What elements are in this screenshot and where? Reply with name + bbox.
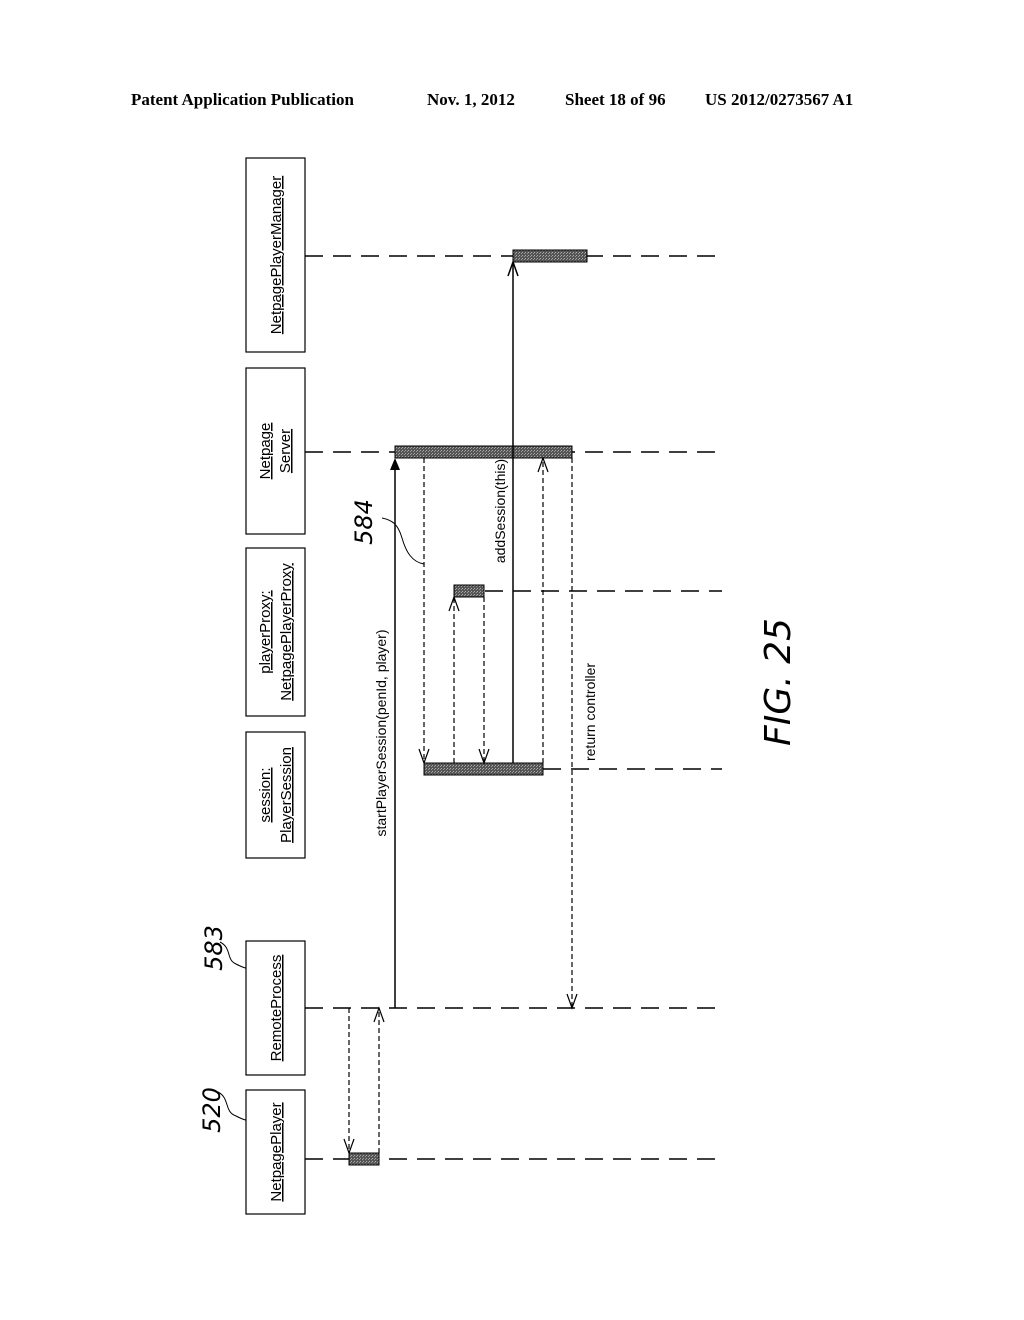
sequence-diagram: NetpagePlayerManager Netpage Server play… [198, 157, 799, 1215]
figure-label: FIG. 25 [758, 618, 799, 746]
object-label-netpage-player-manager: NetpagePlayerManager [268, 176, 285, 334]
message-remote-to-player [343, 1008, 355, 1155]
object-label-netpage-server-line1: Netpage [257, 423, 274, 480]
message-start-player-session-label: startPlayerSession(penId, player) [373, 630, 389, 837]
message-return-controller-label: return controller [582, 663, 598, 761]
object-label-player-proxy-line1: playerProxy: [257, 590, 274, 673]
object-box-session: session: PlayerSession [245, 731, 306, 859]
ref-584-label: 584 [350, 499, 378, 545]
message-proxy-to-session [478, 597, 490, 765]
object-box-netpage-server: Netpage Server [245, 367, 306, 535]
ref-520-label: 520 [198, 1087, 226, 1133]
message-session-to-server [537, 456, 549, 763]
message-player-to-remote [373, 1006, 385, 1153]
object-label-session-line2: PlayerSession [278, 747, 295, 843]
object-label-remote-process: RemoteProcess [268, 955, 285, 1062]
activation-player-proxy [453, 584, 485, 598]
object-box-netpage-player: NetpagePlayer [245, 1089, 306, 1215]
ref-584: 584 [350, 499, 425, 565]
message-add-session: addSession(this) [492, 259, 519, 763]
message-add-session-label: addSession(this) [492, 459, 508, 563]
object-box-remote-process: RemoteProcess [245, 940, 306, 1076]
filled-arrowhead-icon [390, 458, 400, 470]
ref-583-label: 583 [200, 925, 228, 971]
message-session-to-proxy [448, 595, 460, 763]
activation-netpage-player-manager [512, 249, 588, 263]
activation-session [423, 762, 544, 776]
ref-520: 520 [198, 1087, 247, 1133]
object-box-player-proxy: playerProxy: NetpagePlayerProxy [245, 547, 306, 717]
activation-netpage-server [394, 445, 573, 459]
message-server-to-session [418, 458, 430, 765]
object-label-player-proxy-line2: NetpagePlayerProxy [278, 563, 295, 701]
activation-netpage-player [348, 1152, 380, 1166]
ref-584-leader [381, 517, 425, 565]
ref-583: 583 [200, 925, 247, 971]
object-label-session-line1: session: [257, 767, 274, 822]
object-label-netpage-player: NetpagePlayer [268, 1102, 285, 1201]
object-label-netpage-server-line2: Server [277, 429, 294, 473]
object-box-netpage-player-manager: NetpagePlayerManager [245, 157, 306, 353]
message-return-controller: return controller [566, 458, 598, 1010]
